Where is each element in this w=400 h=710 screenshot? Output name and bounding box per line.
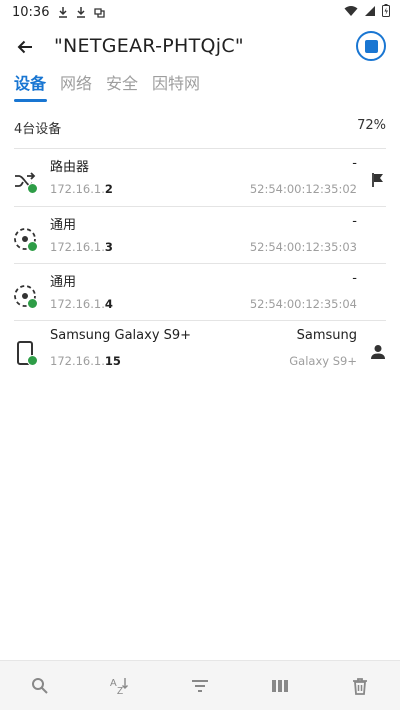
download-icon xyxy=(75,6,87,18)
device-ip: 172.16.1.2 xyxy=(50,182,113,196)
app-bar: "NETGEAR-PHTQjC" xyxy=(0,24,400,70)
device-name: 路由器 xyxy=(50,160,90,175)
device-name: Samsung Galaxy S9+ xyxy=(50,328,192,343)
device-mac: 52:54:00:12:35:04 xyxy=(249,297,357,311)
device-ip: 172.16.1.4 xyxy=(50,297,113,311)
tab-devices[interactable]: 设备 xyxy=(14,70,46,94)
filter-button[interactable] xyxy=(189,675,211,697)
status-bar: 10:36 xyxy=(0,0,400,24)
device-row[interactable]: Samsung Galaxy S9+ 172.16.1.15 Samsung G… xyxy=(0,328,400,384)
device-mac: 52:54:00:12:35:02 xyxy=(249,182,357,196)
tab-bar: 设备 网络 安全 因特网 xyxy=(0,68,400,102)
signal-icon xyxy=(364,5,376,21)
device-vendor: - xyxy=(352,214,357,229)
active-tab-indicator xyxy=(14,99,47,102)
device-count: 4台设备 xyxy=(14,122,62,137)
device-row[interactable]: 通用 172.16.1.4 - 52:54:00:12:35:04 xyxy=(0,271,400,327)
filter-icon xyxy=(192,680,208,692)
delete-button[interactable] xyxy=(349,675,371,697)
status-right xyxy=(344,4,390,21)
flag-icon xyxy=(368,170,388,190)
sort-az-icon: A Z xyxy=(110,678,128,696)
columns-button[interactable] xyxy=(269,675,291,697)
device-vendor: - xyxy=(352,156,357,171)
tab-network[interactable]: 网络 xyxy=(60,70,92,94)
online-status-dot xyxy=(27,241,38,252)
divider xyxy=(14,206,386,207)
divider xyxy=(14,320,386,321)
search-icon xyxy=(32,678,48,694)
device-vendor: - xyxy=(352,271,357,286)
wifi-icon xyxy=(344,5,358,21)
device-row[interactable]: 路由器 172.16.1.2 - 52:54:00:12:35:02 xyxy=(0,156,400,212)
page-title: "NETGEAR-PHTQjC" xyxy=(54,35,244,57)
sort-button[interactable]: A Z xyxy=(108,675,130,697)
device-row[interactable]: 通用 172.16.1.3 - 52:54:00:12:35:03 xyxy=(0,214,400,270)
app-notification-icon xyxy=(93,6,106,19)
divider xyxy=(14,263,386,264)
svg-text:A: A xyxy=(110,678,117,689)
device-mac: 52:54:00:12:35:03 xyxy=(249,240,357,254)
person-icon xyxy=(368,342,388,362)
divider xyxy=(14,148,386,149)
device-name: 通用 xyxy=(50,275,77,290)
scan-progress-percent: 72% xyxy=(357,118,386,133)
tab-security[interactable]: 安全 xyxy=(106,70,138,94)
device-ip: 172.16.1.3 xyxy=(50,240,113,254)
back-button[interactable] xyxy=(12,34,38,60)
device-summary: 4台设备 72% xyxy=(0,118,400,137)
stop-icon xyxy=(364,39,378,53)
online-status-dot xyxy=(27,355,38,366)
tab-internet[interactable]: 因特网 xyxy=(152,70,200,94)
back-arrow-icon xyxy=(17,40,32,54)
device-ip: 172.16.1.15 xyxy=(50,354,121,368)
download-icon xyxy=(57,6,69,18)
search-button[interactable] xyxy=(29,675,51,697)
stop-scan-button[interactable] xyxy=(356,31,386,61)
online-status-dot xyxy=(27,298,38,309)
device-mac: Galaxy S9+ xyxy=(289,354,357,368)
svg-text:Z: Z xyxy=(117,686,123,696)
columns-icon xyxy=(272,680,288,692)
device-vendor: Samsung xyxy=(296,328,357,343)
device-name: 通用 xyxy=(50,218,77,233)
delete-icon xyxy=(353,678,367,695)
battery-icon xyxy=(382,4,390,21)
status-time: 10:36 xyxy=(12,4,50,20)
online-status-dot xyxy=(27,183,38,194)
bottom-toolbar: A Z xyxy=(0,660,400,710)
